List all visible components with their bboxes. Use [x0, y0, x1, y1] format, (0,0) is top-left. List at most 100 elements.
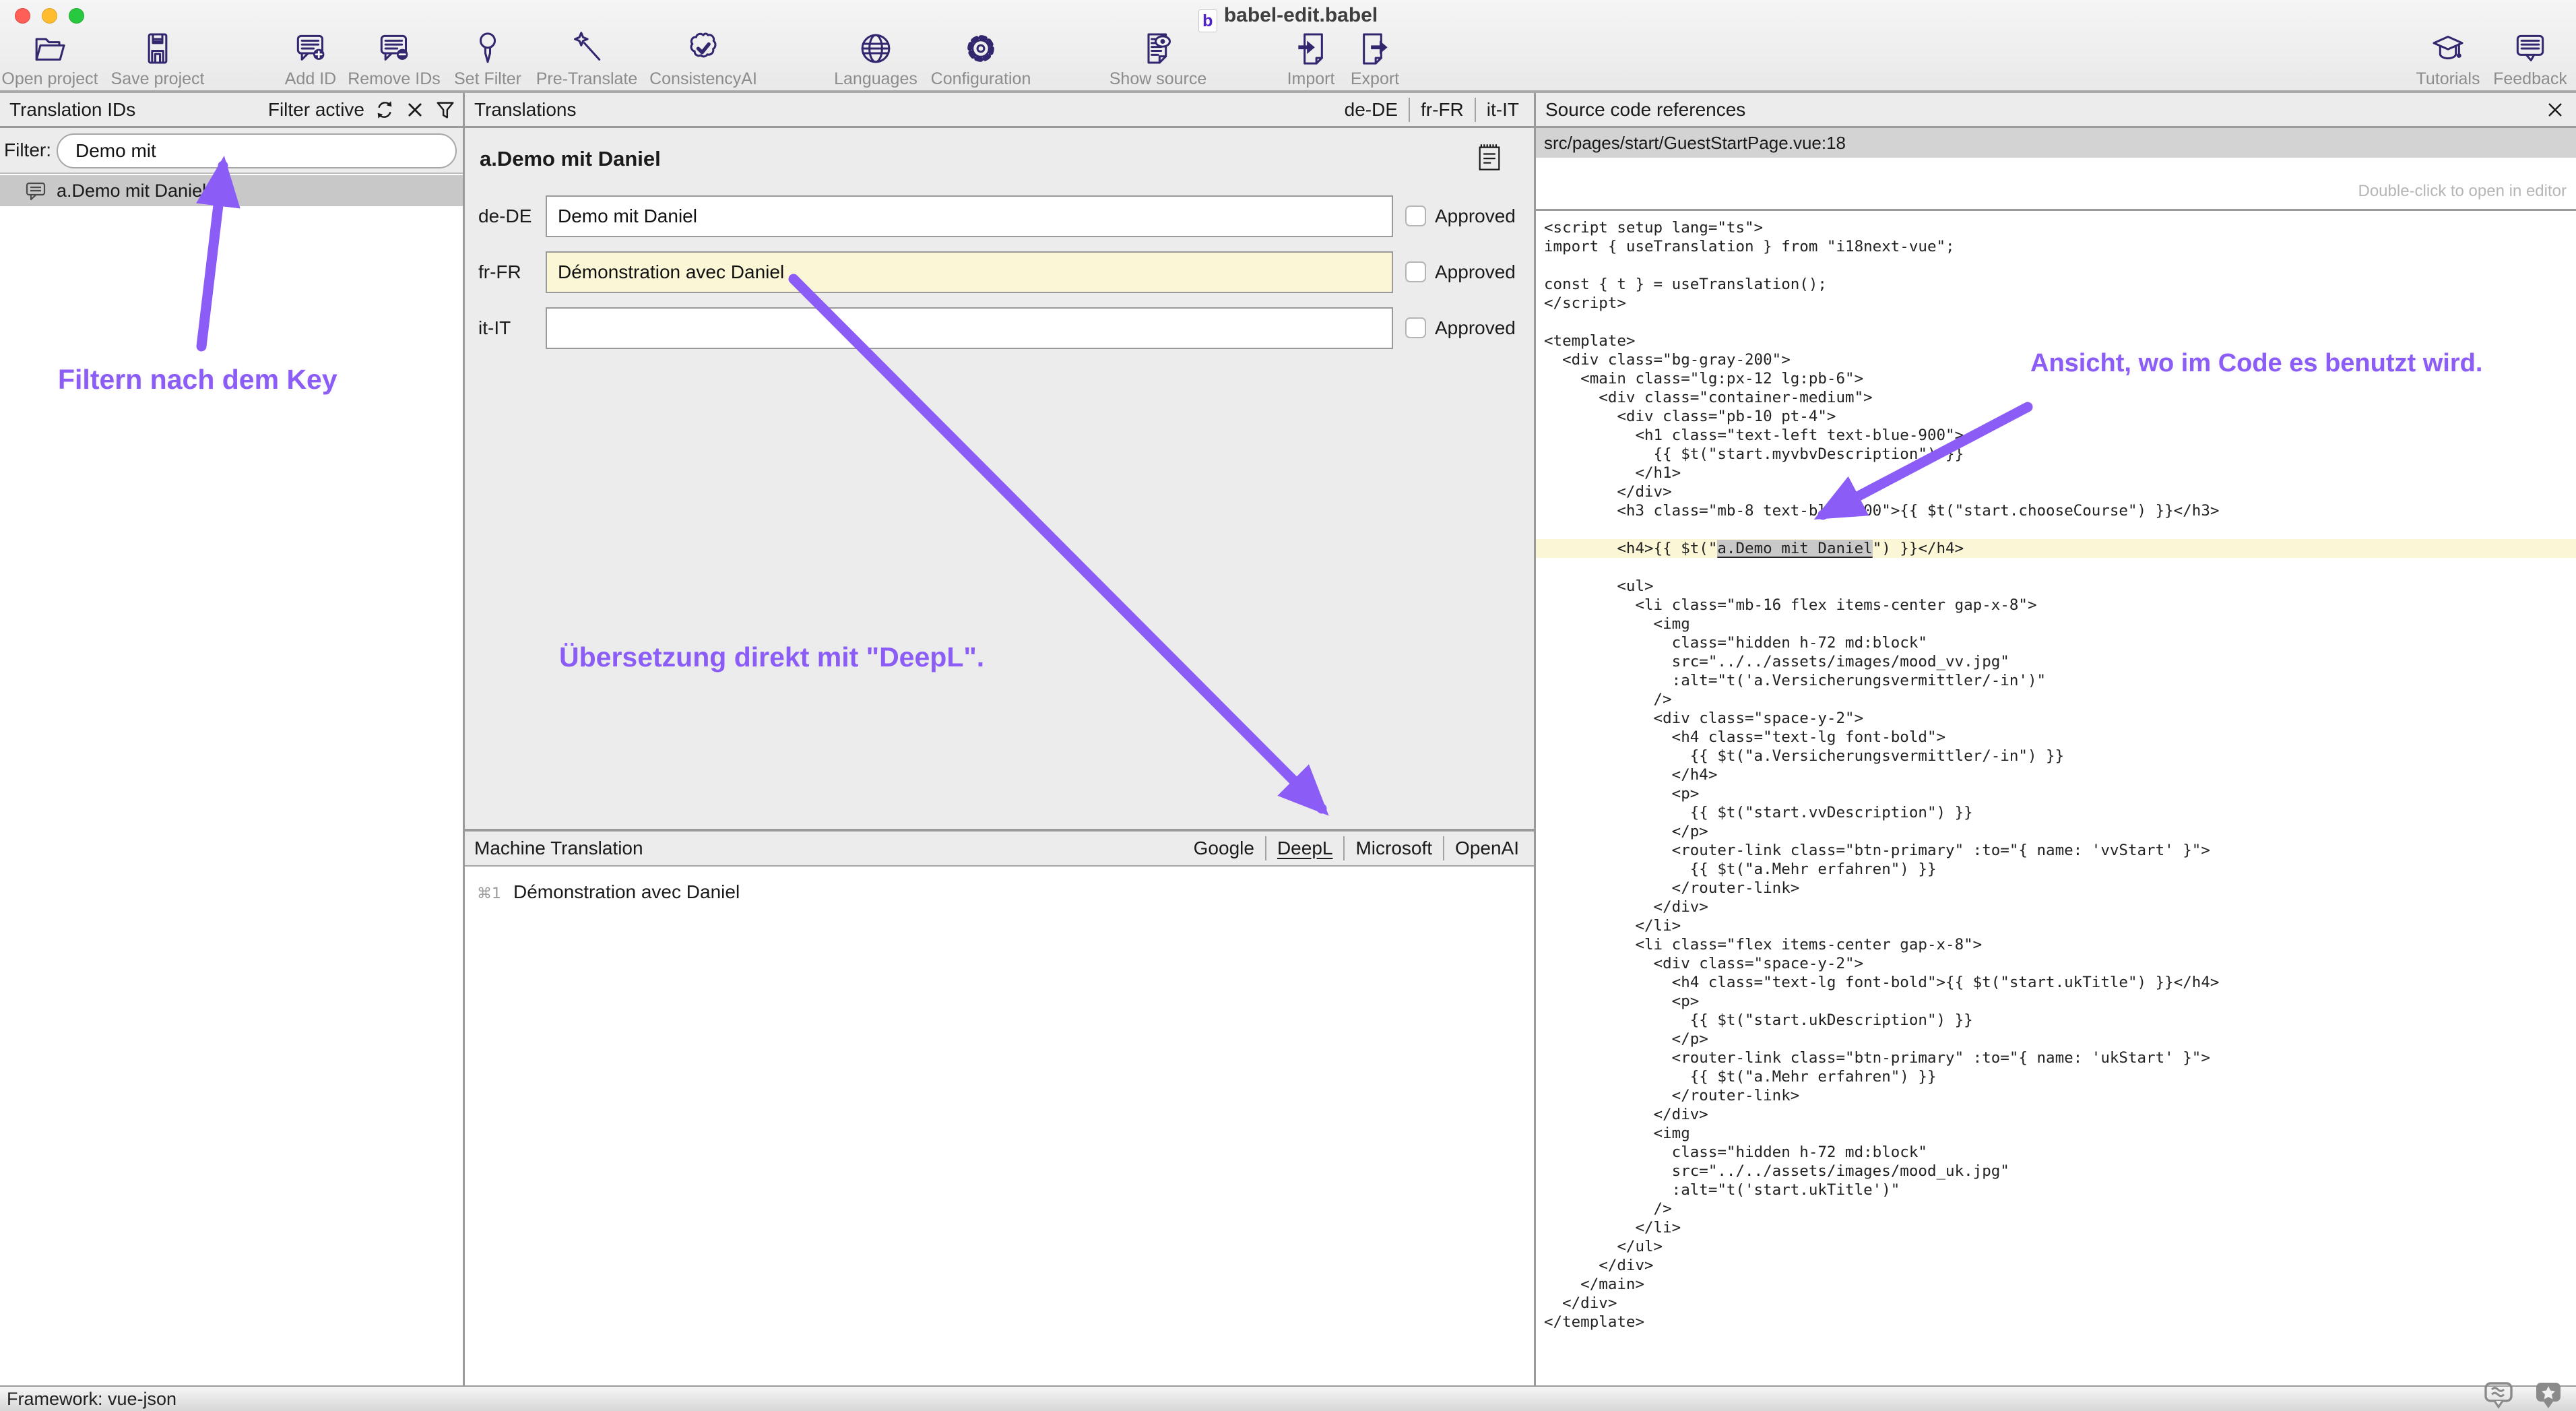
- code-line: <div class="pb-10 pt-4">: [1536, 407, 2576, 426]
- code-line: <ul>: [1536, 577, 2576, 596]
- translation-ids-header: Translation IDs Filter active: [0, 93, 463, 128]
- approved-checkbox-fr-FR[interactable]: [1405, 261, 1426, 282]
- code-line: :alt="t('start.ukTitle')": [1536, 1181, 2576, 1199]
- panel-divider-right[interactable]: [1534, 93, 1536, 1385]
- translation-ids-title: Translation IDs: [9, 93, 135, 126]
- approved-label-fr-FR: Approved: [1435, 251, 1516, 293]
- code-line: [1536, 520, 2576, 539]
- tab-microsoft[interactable]: Microsoft: [1343, 836, 1443, 860]
- gear-icon: [962, 30, 1000, 67]
- code-line: class="hidden h-72 md:block": [1536, 1143, 2576, 1162]
- code-line: </ul>: [1536, 1237, 2576, 1256]
- save-disk-icon: [139, 30, 176, 67]
- code-line: </main>: [1536, 1275, 2576, 1294]
- feedback-button[interactable]: Feedback: [2463, 30, 2576, 89]
- code-line: </router-link>: [1536, 879, 2576, 898]
- approved-checkbox-it-IT[interactable]: [1405, 317, 1426, 338]
- code-line: <router-link class="btn-primary" :to="{ …: [1536, 1048, 2576, 1067]
- tab-fr-FR[interactable]: fr-FR: [1409, 98, 1475, 122]
- open-folder-icon: [31, 30, 69, 67]
- code-line: import { useTranslation } from "i18next-…: [1536, 237, 2576, 256]
- main-area: Translation IDs Filter active Filter: a.…: [0, 93, 2576, 1385]
- translation-input-fr-FR[interactable]: [546, 251, 1393, 293]
- translation-input-de-DE[interactable]: [546, 195, 1393, 237]
- translation-row-de-DE: de-DE Approved: [465, 195, 1534, 237]
- filter-active-label: Filter active: [268, 93, 364, 126]
- remove-id-icon: [375, 30, 413, 67]
- brain-check-icon: [684, 30, 722, 67]
- code-line: <h3 class="mb-8 text-blue-900">{{ $t("st…: [1536, 501, 2576, 520]
- machine-translation-header: Machine Translation Google DeepL Microso…: [465, 832, 1534, 867]
- language-sync-bubble-icon[interactable]: [2483, 1380, 2514, 1410]
- export-button[interactable]: Export: [1308, 30, 1442, 89]
- code-line: </p>: [1536, 1030, 2576, 1048]
- pre-translate-button[interactable]: Pre-Translate: [519, 30, 654, 89]
- window-title: bbabel-edit.babel: [0, 3, 2576, 28]
- filter-row: Filter:: [0, 128, 463, 174]
- code-line: <h4 class="text-lg font-bold">: [1536, 728, 2576, 747]
- code-line: {{ $t("start.ukDescription") }}: [1536, 1011, 2576, 1030]
- lang-label-it-IT: it-IT: [478, 307, 511, 349]
- code-line: <h4>{{ $t("a.Demo mit Daniel") }}</h4>: [1536, 539, 2576, 558]
- translation-id-item[interactable]: a.Demo mit Daniel: [0, 175, 463, 206]
- code-line: </div>: [1536, 1105, 2576, 1124]
- code-line: [1536, 558, 2576, 577]
- add-id-icon: [292, 30, 329, 67]
- source-references-panel: Source code references src/pages/start/G…: [1536, 93, 2576, 1385]
- provider-tabs: Google DeepL Microsoft OpenAI: [1183, 832, 1530, 865]
- code-line: <div class="space-y-2">: [1536, 709, 2576, 728]
- code-line: {{ $t("a.Versicherungsvermittler/-in") }…: [1536, 747, 2576, 765]
- code-line: </h1>: [1536, 464, 2576, 482]
- framework-status: Framework: vue-json: [7, 1387, 176, 1411]
- star-badge-icon[interactable]: [2533, 1380, 2564, 1410]
- source-file-reference[interactable]: src/pages/start/GuestStartPage.vue:18: [1536, 128, 2576, 158]
- translation-row-it-IT: it-IT Approved: [465, 307, 1534, 349]
- code-line: <p>: [1536, 992, 2576, 1011]
- panel-divider-left[interactable]: [463, 93, 465, 1385]
- configuration-button[interactable]: Configuration: [913, 30, 1048, 89]
- code-line: class="hidden h-72 md:block": [1536, 633, 2576, 652]
- comment-note-icon[interactable]: [1476, 143, 1503, 173]
- source-references-title: Source code references: [1545, 93, 1745, 126]
- consistency-ai-button[interactable]: ConsistencyAI: [636, 30, 771, 89]
- filter-input[interactable]: [57, 133, 457, 168]
- translation-input-it-IT[interactable]: [546, 307, 1393, 349]
- mt-shortcut-badge: ⌘1: [477, 885, 501, 902]
- source-eye-icon: [1139, 30, 1177, 67]
- code-line: [1536, 313, 2576, 332]
- code-line: <div class="container-medium">: [1536, 388, 2576, 407]
- code-line: <script setup lang="ts">: [1536, 218, 2576, 237]
- code-line: <div class="space-y-2">: [1536, 954, 2576, 973]
- tab-de-DE[interactable]: de-DE: [1334, 98, 1409, 122]
- refresh-filter-icon[interactable]: [374, 99, 395, 121]
- code-line: {{ $t("a.Mehr erfahren") }}: [1536, 860, 2576, 879]
- show-source-button[interactable]: Show source: [1091, 30, 1225, 89]
- tab-openai[interactable]: OpenAI: [1443, 836, 1530, 860]
- filter-funnel-icon[interactable]: [434, 99, 456, 121]
- code-line: <template>: [1536, 332, 2576, 350]
- code-line: />: [1536, 690, 2576, 709]
- mt-suggestion-row[interactable]: ⌘1 Démonstration avec Daniel: [465, 879, 1534, 911]
- tab-it-IT[interactable]: it-IT: [1475, 98, 1530, 122]
- code-line: <router-link class="btn-primary" :to="{ …: [1536, 841, 2576, 860]
- save-project-button[interactable]: Save project: [90, 30, 225, 89]
- approved-checkbox-de-DE[interactable]: [1405, 206, 1426, 226]
- code-line: <li class="flex items-center gap-x-8">: [1536, 935, 2576, 954]
- magic-wand-icon: [568, 30, 606, 67]
- tab-google[interactable]: Google: [1183, 836, 1265, 860]
- open-in-editor-hint: Double-click to open in editor: [2358, 182, 2567, 201]
- close-panel-icon[interactable]: [2544, 98, 2567, 121]
- status-bar: Framework: vue-json: [0, 1385, 2576, 1411]
- tab-deepl[interactable]: DeepL: [1265, 836, 1344, 860]
- code-line: </div>: [1536, 1294, 2576, 1313]
- language-tabs: de-DE fr-FR it-IT: [1334, 93, 1530, 126]
- code-line: </div>: [1536, 898, 2576, 916]
- funnel-icon: [469, 30, 507, 67]
- clear-filter-icon[interactable]: [405, 100, 425, 120]
- translation-id-label: a.Demo mit Daniel: [57, 181, 206, 201]
- filter-label: Filter:: [4, 128, 51, 173]
- code-line: </router-link>: [1536, 1086, 2576, 1105]
- code-line: src="../../assets/images/mood_vv.jpg": [1536, 652, 2576, 671]
- lang-label-fr-FR: fr-FR: [478, 251, 521, 293]
- code-divider: [1536, 209, 2576, 211]
